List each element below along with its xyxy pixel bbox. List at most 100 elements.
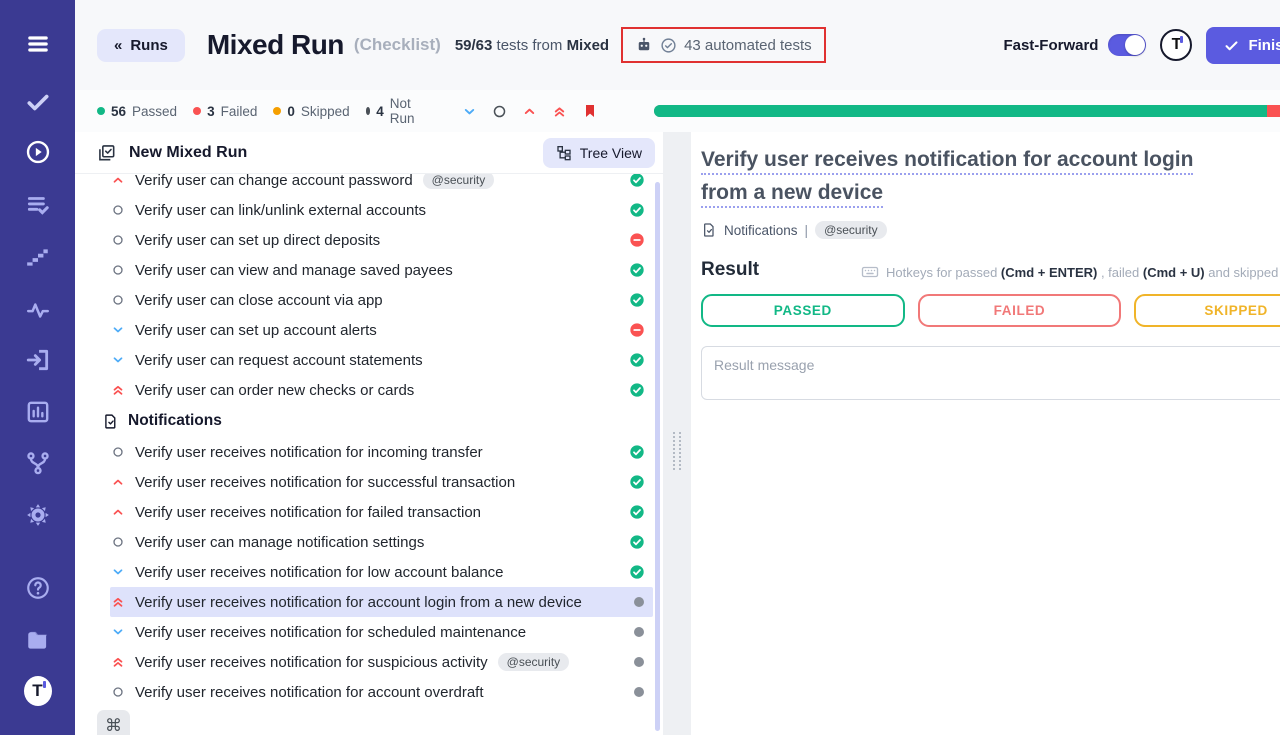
chevron-up-filter-icon[interactable] [522, 104, 537, 119]
content: New Mixed Run Tree View Verify user can … [75, 132, 1280, 735]
priority-filter-icons [462, 103, 598, 119]
status-passed-icon [629, 564, 645, 580]
test-row-title: Verify user can request account statemen… [135, 352, 423, 369]
list-scrollbar[interactable] [655, 182, 660, 731]
status-notrun-icon [633, 656, 645, 668]
brand-logo[interactable]: T [1160, 29, 1192, 61]
steps-icon[interactable] [24, 243, 52, 271]
test-row[interactable]: Verify user receives notification for in… [110, 437, 653, 467]
test-meta-row: Notifications | @security [701, 221, 1280, 239]
app-logo[interactable]: T [24, 677, 52, 705]
hotkey-label: Hotkeys for passed [886, 265, 1001, 280]
status-notrun-icon [633, 596, 645, 608]
sidebar: T [0, 0, 75, 735]
result-message-input[interactable] [701, 346, 1280, 400]
command-shortcut-button[interactable]: ⌘ [97, 710, 130, 735]
keyboard-icon [861, 263, 884, 281]
test-row[interactable]: Verify user receives notification for sc… [110, 617, 653, 647]
test-row-title: Verify user receives notification for ac… [135, 594, 582, 611]
double-chevron-left-icon: « [114, 37, 122, 54]
back-to-runs-button[interactable]: « Runs [97, 29, 185, 62]
menu-icon[interactable] [24, 30, 52, 58]
priority-low-icon [110, 625, 125, 639]
priority-high-icon [110, 173, 125, 187]
priority-normal-icon [110, 446, 125, 458]
file-check-icon [701, 222, 717, 238]
test-row-title: Verify user can set up direct deposits [135, 232, 380, 249]
test-row[interactable]: Verify user receives notification for lo… [110, 557, 653, 587]
status-failed-icon [629, 232, 645, 248]
security-tag[interactable]: @security [815, 221, 887, 239]
projects-folder-icon[interactable] [24, 626, 52, 654]
hotkeys-hint: Hotkeys for passed (Cmd + ENTER) , faile… [861, 263, 1280, 281]
suite-breadcrumb[interactable]: Notifications [724, 223, 798, 238]
tree-icon [556, 145, 572, 161]
divider-grip-handle[interactable] [673, 432, 681, 470]
priority-normal-icon [110, 294, 125, 306]
status-passed-icon [629, 474, 645, 490]
test-row[interactable]: Verify user receives notification for ac… [110, 677, 653, 707]
import-icon[interactable] [24, 346, 52, 374]
priority-highest-icon [110, 595, 125, 609]
status-passed-icon [629, 262, 645, 278]
test-list-pane: New Mixed Run Tree View Verify user can … [75, 132, 663, 735]
test-row[interactable]: Verify user can request account statemen… [110, 345, 653, 375]
chevron-down-filter-icon[interactable] [462, 104, 477, 119]
help-icon[interactable] [24, 574, 52, 602]
priority-low-icon [110, 565, 125, 579]
priority-low-icon [110, 323, 125, 337]
test-row[interactable]: Verify user can close account via app [110, 285, 653, 315]
test-row-title: Verify user receives notification for su… [135, 474, 515, 491]
hotkey-combo: (Cmd + U) [1143, 265, 1205, 280]
test-row-title: Verify user can view and manage saved pa… [135, 262, 453, 279]
check-icon[interactable] [24, 88, 52, 116]
pane-divider[interactable] [663, 132, 691, 735]
test-plans-icon[interactable] [24, 191, 52, 219]
analytics-icon[interactable] [24, 398, 52, 426]
automated-tests-badge[interactable]: 43 automated tests [621, 27, 826, 63]
chevrons-up-filter-icon[interactable] [552, 104, 567, 119]
status-failed-icon [629, 322, 645, 338]
fast-forward-toggle[interactable] [1108, 34, 1146, 56]
bookmark-filter-icon[interactable] [582, 103, 598, 119]
pulse-icon[interactable] [24, 296, 52, 324]
test-row[interactable]: Verify user receives notification for su… [110, 647, 653, 677]
status-passed-icon [629, 534, 645, 550]
finish-run-button[interactable]: Finish Run [1206, 27, 1280, 64]
run-play-icon[interactable] [24, 138, 52, 166]
priority-normal-icon [110, 536, 125, 548]
priority-normal-icon [110, 686, 125, 698]
passed-button[interactable]: PASSED [701, 294, 905, 327]
test-row[interactable]: Verify user can link/unlink external acc… [110, 195, 653, 225]
status-passed-icon [629, 202, 645, 218]
priority-highest-icon [110, 655, 125, 669]
test-row[interactable]: Verify user receives notification for su… [110, 467, 653, 497]
progress-passed-segment [654, 105, 1267, 117]
test-row[interactable]: Verify user can set up direct deposits [110, 225, 653, 255]
check-circle-icon [660, 37, 677, 54]
status-passed-icon [629, 382, 645, 398]
status-passed-icon [629, 444, 645, 460]
suite-group-header[interactable]: Notifications [102, 405, 653, 437]
status-passed-icon [629, 504, 645, 520]
run-type-label: (Checklist) [354, 35, 441, 55]
test-row[interactable]: Verify user can set up account alerts [110, 315, 653, 345]
circle-filter-icon[interactable] [492, 104, 507, 119]
test-row[interactable]: Verify user receives notification for ac… [110, 587, 653, 617]
failed-button[interactable]: FAILED [918, 294, 1122, 327]
settings-gear-icon[interactable] [24, 501, 52, 529]
test-row[interactable]: Verify user can order new checks or card… [110, 375, 653, 405]
test-row[interactable]: Verify user can manage notification sett… [110, 527, 653, 557]
branch-icon[interactable] [24, 449, 52, 477]
app-window: T « Runs Mixed Run (Checklist) 59/63 tes… [0, 0, 1280, 735]
skipped-button[interactable]: SKIPPED [1134, 294, 1280, 327]
hotkeys-text: Hotkeys for passed (Cmd + ENTER) , faile… [886, 265, 1280, 280]
test-row[interactable]: Verify user can view and manage saved pa… [110, 255, 653, 285]
stat-skipped: 0Skipped [273, 104, 349, 119]
test-row[interactable]: Verify user receives notification for fa… [110, 497, 653, 527]
priority-normal-icon [110, 264, 125, 276]
hotkey-label: , failed [1097, 265, 1143, 280]
tree-view-button[interactable]: Tree View [543, 138, 655, 168]
hotkey-combo: (Cmd + ENTER) [1001, 265, 1097, 280]
test-row-title: Verify user receives notification for sc… [135, 624, 526, 641]
